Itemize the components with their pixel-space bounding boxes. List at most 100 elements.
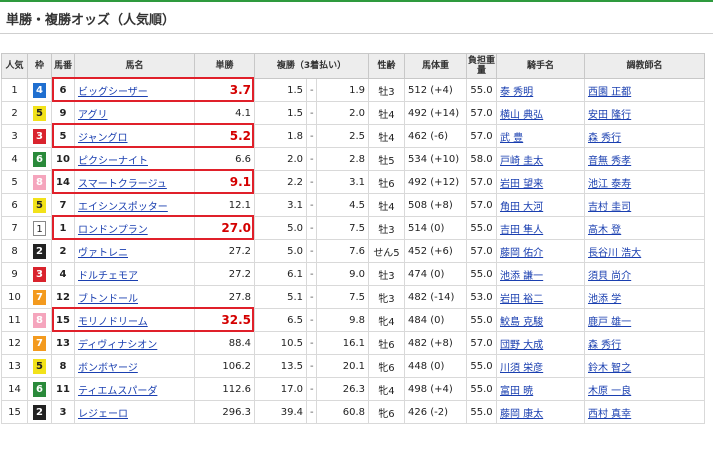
fukusho-separator: - <box>306 308 317 332</box>
horse-name-link[interactable]: スマートクラージュ <box>78 179 167 190</box>
chokyoshi-cell: 鹿戸 雄一 <box>584 308 705 332</box>
jockey-link[interactable]: 武 豊 <box>500 133 523 144</box>
bataiju-cell: 448 (0) <box>404 354 467 378</box>
fukusho-low: 1.5 <box>254 78 307 102</box>
tansho-odds: 12.1 <box>194 193 255 217</box>
kishu-cell: 角田 大河 <box>496 193 585 217</box>
trainer-link[interactable]: 鹿戸 雄一 <box>588 317 631 328</box>
header-kishu: 騎手名 <box>496 53 585 79</box>
kishu-cell: 武 豊 <box>496 124 585 148</box>
chokyoshi-cell: 西園 正都 <box>584 78 705 102</box>
horse-name-link[interactable]: ジャングロ <box>78 133 128 144</box>
trainer-link[interactable]: 長谷川 浩大 <box>588 248 641 259</box>
jockey-link[interactable]: 藤岡 康太 <box>500 409 543 420</box>
tansho-odds: 112.6 <box>194 377 255 401</box>
table-row: 5 8 14 スマートクラージュ 9.1 2.2-3.1 牡6 492 (+12) 57.0 岩田… <box>1 170 705 194</box>
bamei-cell: ビッグシーザー <box>74 78 195 102</box>
jockey-link[interactable]: 岩田 望来 <box>500 179 543 190</box>
fukusho-low: 1.5 <box>254 101 307 125</box>
horse-name-link[interactable]: ブトンドール <box>78 294 138 305</box>
trainer-link[interactable]: 池江 泰寿 <box>588 179 631 190</box>
jockey-link[interactable]: 鮫島 克駿 <box>500 317 543 328</box>
seirei-cell: せん5 <box>368 239 405 263</box>
horse-name-link[interactable]: ディヴィナシオン <box>78 340 157 351</box>
trainer-link[interactable]: 池添 学 <box>588 294 621 305</box>
fukusho-high: 2.0 <box>316 101 369 125</box>
jockey-link[interactable]: 藤岡 佑介 <box>500 248 543 259</box>
ninki-cell: 12 <box>1 331 28 355</box>
kishu-cell: 富田 暁 <box>496 377 585 401</box>
tansho-odds: 9.1 <box>194 170 255 194</box>
horse-name-link[interactable]: ビッグシーザー <box>78 87 148 98</box>
waku-badge: 6 <box>33 381 46 397</box>
fukusho-separator: - <box>306 170 317 194</box>
horse-name-link[interactable]: ティエムスパーダ <box>78 386 157 397</box>
header-ninki: 人気 <box>1 53 28 79</box>
jockey-link[interactable]: 団野 大成 <box>500 340 543 351</box>
horse-name-link[interactable]: エイシンスポッター <box>78 202 168 213</box>
horse-name-link[interactable]: モリノドリーム <box>78 317 148 328</box>
futan-cell: 57.0 <box>466 239 497 263</box>
jockey-link[interactable]: 横山 典弘 <box>500 110 543 121</box>
ninki-cell: 8 <box>1 239 28 263</box>
fukusho-high: 9.8 <box>316 308 369 332</box>
bataiju-cell: 512 (+4) <box>404 78 467 102</box>
seirei-cell: 牝4 <box>368 308 405 332</box>
bataiju-cell: 482 (-14) <box>404 285 467 309</box>
jockey-link[interactable]: 池添 謙一 <box>500 271 543 282</box>
jockey-link[interactable]: 吉田 隼人 <box>500 225 543 236</box>
trainer-link[interactable]: 木原 一良 <box>588 386 631 397</box>
futan-cell: 58.0 <box>466 147 497 171</box>
bamei-cell: ディヴィナシオン <box>74 331 195 355</box>
chokyoshi-cell: 池江 泰寿 <box>584 170 705 194</box>
trainer-link[interactable]: 安田 隆行 <box>588 110 631 121</box>
waku-cell: 3 <box>27 124 52 148</box>
horse-name-link[interactable]: レジェーロ <box>78 409 128 420</box>
waku-badge: 4 <box>33 82 46 98</box>
jockey-link[interactable]: 川須 栄彦 <box>500 363 543 374</box>
fukusho-high: 60.8 <box>316 400 369 424</box>
jockey-link[interactable]: 岩田 裕二 <box>500 294 543 305</box>
fukusho-separator: - <box>306 285 317 309</box>
trainer-link[interactable]: 森 秀行 <box>588 133 621 144</box>
trainer-link[interactable]: 吉村 圭司 <box>588 202 631 213</box>
kishu-cell: 岩田 裕二 <box>496 285 585 309</box>
seirei-cell: 牝6 <box>368 400 405 424</box>
jockey-link[interactable]: 戸崎 圭太 <box>500 156 543 167</box>
futan-cell: 55.0 <box>466 216 497 240</box>
umaban-cell: 3 <box>51 400 75 424</box>
horse-name-link[interactable]: ボンボヤージ <box>78 363 138 374</box>
futan-cell: 55.0 <box>466 308 497 332</box>
futan-cell: 57.0 <box>466 331 497 355</box>
header-tansho: 単勝 <box>194 53 255 79</box>
horse-name-link[interactable]: ピクシーナイト <box>78 156 148 167</box>
chokyoshi-cell: 森 秀行 <box>584 124 705 148</box>
horse-name-link[interactable]: ロンドンプラン <box>78 225 148 236</box>
kishu-cell: 団野 大成 <box>496 331 585 355</box>
umaban-cell: 6 <box>51 78 75 102</box>
waku-badge: 2 <box>33 243 46 259</box>
trainer-link[interactable]: 音無 秀孝 <box>588 156 631 167</box>
umaban-cell: 1 <box>51 216 75 240</box>
fukusho-high: 20.1 <box>316 354 369 378</box>
bamei-cell: ロンドンプラン <box>74 216 195 240</box>
trainer-link[interactable]: 高木 登 <box>588 225 621 236</box>
waku-badge: 8 <box>33 312 46 328</box>
waku-cell: 3 <box>27 262 52 286</box>
title-divider <box>0 33 713 34</box>
jockey-link[interactable]: 泰 秀明 <box>500 87 533 98</box>
tansho-odds: 27.0 <box>194 216 255 240</box>
trainer-link[interactable]: 須貝 尚介 <box>588 271 631 282</box>
jockey-link[interactable]: 角田 大河 <box>500 202 543 213</box>
umaban-cell: 13 <box>51 331 75 355</box>
trainer-link[interactable]: 西園 正都 <box>588 87 631 98</box>
horse-name-link[interactable]: アグリ <box>78 110 108 121</box>
trainer-link[interactable]: 鈴木 智之 <box>588 363 631 374</box>
horse-name-link[interactable]: ドルチェモア <box>78 271 138 282</box>
trainer-link[interactable]: 森 秀行 <box>588 340 621 351</box>
trainer-link[interactable]: 西村 真幸 <box>588 409 631 420</box>
jockey-link[interactable]: 富田 暁 <box>500 386 533 397</box>
horse-name-link[interactable]: ヴァトレニ <box>78 248 128 259</box>
futan-cell: 53.0 <box>466 285 497 309</box>
ninki-cell: 7 <box>1 216 28 240</box>
